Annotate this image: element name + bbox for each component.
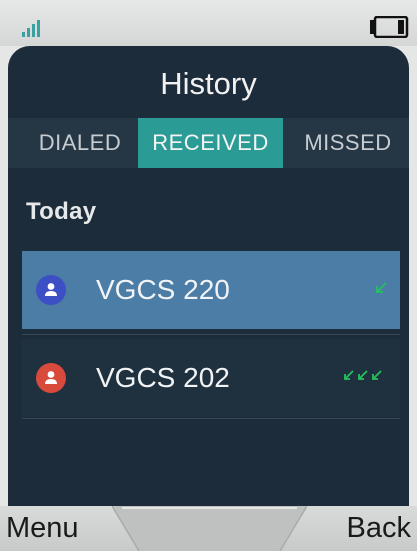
contact-avatar-icon [36, 363, 66, 393]
menu-softkey[interactable]: Menu [6, 512, 79, 545]
history-screen: History DIALED RECEIVED MISSED Today VGC… [8, 46, 409, 506]
status-bar [0, 0, 417, 46]
tab-received[interactable]: RECEIVED [138, 118, 283, 168]
tab-missed[interactable]: MISSED [288, 118, 408, 168]
divider [22, 334, 400, 335]
list-item[interactable]: VGCS 220 [22, 251, 400, 329]
phone-device: History DIALED RECEIVED MISSED Today VGC… [0, 0, 417, 551]
contact-name: VGCS 202 [96, 362, 230, 393]
battery-icon [370, 16, 409, 38]
history-tabs: DIALED RECEIVED MISSED [8, 118, 409, 168]
page-title: History [160, 66, 257, 101]
contact-name: VGCS 220 [96, 274, 230, 305]
divider [22, 418, 400, 419]
signal-bars-icon [22, 20, 40, 37]
section-header-today: Today [26, 198, 97, 225]
received-call-arrow-icon [344, 370, 382, 380]
received-call-arrow-icon [376, 282, 387, 293]
list-item[interactable]: VGCS 202 [22, 339, 400, 417]
contact-avatar-icon [36, 275, 66, 305]
tab-dialed[interactable]: DIALED [30, 118, 130, 168]
center-navigation-key[interactable] [112, 506, 307, 551]
softkey-bar: Menu Back [0, 506, 417, 551]
back-softkey[interactable]: Back [347, 512, 411, 545]
